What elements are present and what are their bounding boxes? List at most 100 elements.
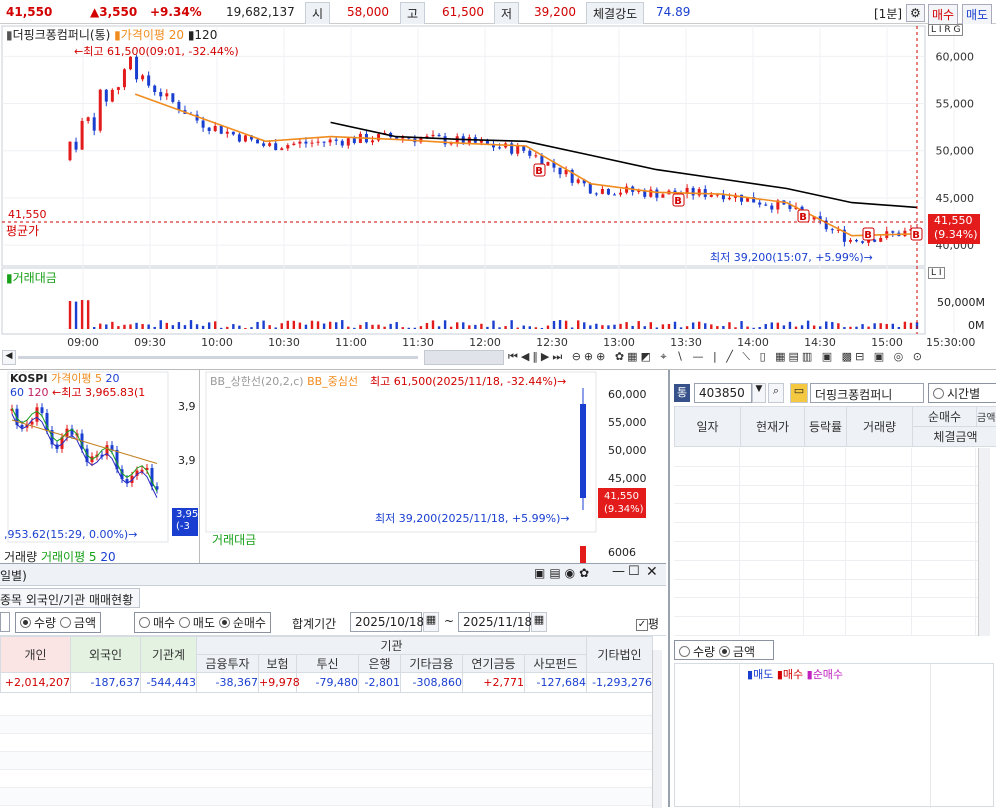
radio-buy[interactable]: 매수 [139,616,175,630]
table-row[interactable] [674,580,978,599]
volume-bar [341,320,343,329]
table-row[interactable] [674,561,978,580]
volume-bar [244,328,246,329]
candle-body [208,128,211,131]
candle-body [758,203,761,205]
table-row[interactable]: +2,014,207 -187,637 -544,443 -38,367 +9,… [1,673,653,693]
interval-selector[interactable]: [1분] [874,5,902,22]
radio-buy-label: 매수 [153,616,175,630]
stock-code-input[interactable] [0,612,10,632]
table-row[interactable] [674,523,978,542]
x-tick-label: 11:30 [402,336,434,349]
col-price[interactable]: 현재가 [741,407,805,447]
right-scrollbar[interactable] [978,448,990,636]
col-date[interactable]: 일자 [675,407,741,447]
volume-bar [722,326,724,329]
date-from-input[interactable]: 2025/10/18 [350,612,422,632]
daily-mini-chart[interactable] [200,370,668,563]
radio-net[interactable]: 순매수 [219,616,266,630]
calendar-to-icon[interactable]: ▦ [531,612,547,632]
col-change-rate[interactable]: 등락률 [805,407,847,447]
quote-bar: 41,550 ▲3,550 +9.34% 19,682,137 시 58,000… [0,0,996,24]
buy-button[interactable]: 매수 [928,4,958,25]
maximize-icon[interactable]: ☐ [628,564,640,579]
volume-bar [789,322,791,329]
volume-bar [268,325,270,329]
col-trust[interactable]: 투신 [297,655,359,673]
col-trade-amount[interactable]: 체결금액 [913,427,996,447]
avg-checkbox[interactable]: ✓평 [636,615,659,632]
investor-panel: 일별) ▣▤◉✿ — ☐ ✕ 종목 외국인/기관 매매현황 수량 금액 매수 매… [0,563,666,807]
scrollbar-thumb[interactable] [424,350,504,365]
right-radio-amt[interactable]: 금액 [719,645,755,659]
table-row[interactable] [0,698,652,716]
volume-bar [347,327,349,329]
close-icon[interactable]: ✕ [646,564,658,580]
right-chart-area[interactable]: ▮매도 ▮매수 ▮순매수 [674,663,994,807]
investor-scrollbar[interactable] [652,650,662,808]
radio-qty[interactable]: 수량 [20,616,56,630]
main-chart[interactable]: BBBBB 60,00055,00050,00045,00040,000 09:… [0,24,996,370]
scroll-left-icon[interactable]: ◀ [2,350,16,365]
search-icon[interactable]: ⌕ [768,383,784,403]
scroll-track[interactable] [18,356,418,359]
candle-body [214,126,217,131]
chart-options-tag[interactable]: L I R G [928,24,963,36]
table-row[interactable] [0,734,652,752]
volume-bar [595,324,597,329]
table-row[interactable] [674,448,978,467]
col-institution-total[interactable]: 기관계 [141,637,197,673]
volume-bar [420,326,422,329]
candle-body [171,93,174,102]
col-other-fin[interactable]: 기타금융 [401,655,463,673]
table-row[interactable] [674,486,978,505]
table-row[interactable] [674,617,978,636]
market-prefix-badge[interactable]: 통 [674,384,690,402]
table-row[interactable] [0,788,652,806]
tab-investor-trades[interactable]: 종목 외국인/기관 매매현황 [0,588,140,608]
date-to-input[interactable]: 2025/11/18 [458,612,530,632]
col-foreign[interactable]: 외국인 [71,637,141,673]
col-insurance[interactable]: 보험 [259,655,297,673]
volume-options-tag[interactable]: L I [928,267,945,279]
radio-sell[interactable]: 매도 [179,616,215,630]
table-row[interactable] [674,504,978,523]
window-tool-icons[interactable]: ▣▤◉✿ [534,566,593,580]
col-net-buy[interactable]: 순매수 [913,407,977,427]
settings-icon[interactable]: ⚙ [906,4,925,22]
high-label: 고 [400,2,425,25]
code-dropdown-icon[interactable]: ▼ [752,383,766,403]
col-pension[interactable]: 연기금등 [463,655,525,673]
col-extra[interactable]: 금액증 [977,407,996,427]
volume-bar [105,324,107,329]
candle-body [335,140,338,141]
radio-amt[interactable]: 금액 [60,616,96,630]
candle-body [220,126,223,134]
col-other-corp[interactable]: 기타법인 [587,637,653,673]
table-row[interactable] [674,598,978,617]
col-fin-invest[interactable]: 금융투자 [197,655,259,673]
sell-button[interactable]: 매도 [962,4,992,25]
col-bank[interactable]: 은행 [359,655,401,673]
chart-tool-icons[interactable]: ⏮◀‖▶⏭ ⊖⊕⊕ ✿▦◩ ⌖ ∖ — | ╱ ⟍ ▯ ▦▤▥ ▣ ▩⊟ ▣ ◎… [508,350,925,364]
candle-body [274,143,277,150]
volume-bar [541,328,543,329]
col-volume[interactable]: 거래량 [847,407,913,447]
table-row[interactable] [674,542,978,561]
daily-legend: BB_상한선(20,2,c) BB_중심선 [210,373,358,389]
calendar-from-icon[interactable]: ▦ [423,612,439,632]
stock-code-field[interactable]: 403850 [694,383,752,403]
table-row[interactable] [674,467,978,486]
buy-signal-icon-glyph: B [912,230,920,241]
kospi-tick-1: 3,9 [178,400,196,413]
table-row[interactable] [0,716,652,734]
minimize-icon[interactable]: — [612,564,625,579]
candle-body [861,241,864,242]
radio-time[interactable]: 시간별 [933,387,980,401]
right-radio-qty[interactable]: 수량 [679,645,715,659]
col-individual[interactable]: 개인 [1,637,71,673]
table-row[interactable] [0,752,652,770]
col-private-fund[interactable]: 사모펀드 [525,655,587,673]
table-row[interactable] [0,770,652,788]
folder-icon[interactable]: ▭ [790,383,808,403]
